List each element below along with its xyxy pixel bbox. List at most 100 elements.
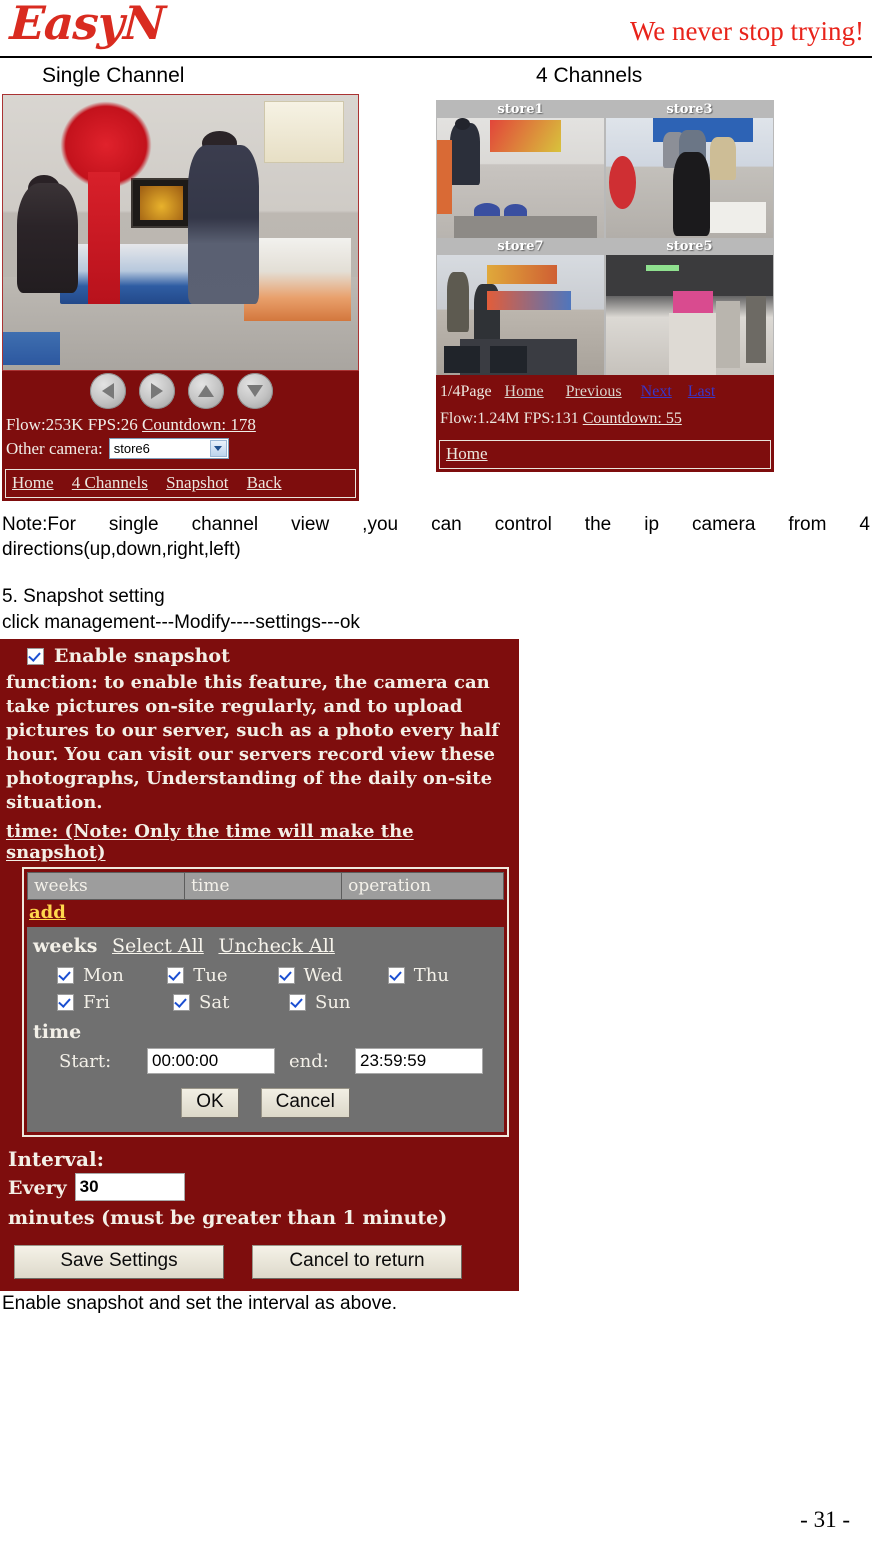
channel-video-1[interactable] bbox=[437, 118, 604, 238]
checkbox-tue-icon[interactable] bbox=[167, 967, 185, 984]
start-time-label: Start: bbox=[59, 1050, 112, 1072]
quad-nav-home-link[interactable]: Home bbox=[446, 444, 488, 463]
quad-countdown[interactable]: Countdown: 55 bbox=[583, 410, 682, 427]
closing-text: Enable snapshot and set the interval as … bbox=[2, 1293, 398, 1314]
day-checkbox-tue[interactable]: Tue bbox=[167, 965, 277, 986]
note-paragraph: Note:For single channel view ,you can co… bbox=[2, 512, 870, 562]
day-label-sat: Sat bbox=[199, 992, 230, 1013]
nav-4channels-link[interactable]: 4 Channels bbox=[72, 473, 148, 492]
cancel-to-return-button[interactable]: Cancel to return bbox=[252, 1245, 462, 1279]
channel-video-2[interactable] bbox=[606, 118, 773, 238]
checkbox-sat-icon[interactable] bbox=[173, 994, 190, 1011]
pager-last-link[interactable]: Last bbox=[688, 383, 716, 400]
channel-video-4[interactable] bbox=[606, 255, 773, 375]
day-checkbox-wed[interactable]: Wed bbox=[277, 965, 388, 986]
pager-home-link[interactable]: Home bbox=[505, 383, 544, 400]
pan-left-button[interactable] bbox=[90, 373, 126, 409]
single-channel-panel: Flow:253K FPS:26 Countdown: 178 Other ca… bbox=[2, 94, 359, 501]
save-settings-button[interactable]: Save Settings bbox=[14, 1245, 224, 1279]
day-checkbox-fri[interactable]: Fri bbox=[57, 992, 173, 1013]
end-time-input[interactable]: 23:59:59 bbox=[355, 1048, 483, 1074]
column-header-weeks: weeks bbox=[26, 872, 186, 900]
nav-back-link[interactable]: Back bbox=[247, 473, 282, 492]
four-channel-pager: 1/4Page Home Previous Next Last bbox=[436, 375, 774, 404]
end-time-label: end: bbox=[289, 1050, 329, 1072]
video-decoration-tail bbox=[88, 172, 121, 304]
checkbox-wed-icon[interactable] bbox=[277, 967, 295, 984]
schedule-table-wrapper: weeks time operation add weeks Select Al… bbox=[22, 867, 509, 1137]
other-camera-row: Other camera: store6 bbox=[2, 436, 359, 465]
day-label-sun: Sun bbox=[315, 992, 351, 1013]
channel-label-4: store5 bbox=[666, 239, 713, 254]
column-header-operation: operation bbox=[341, 872, 504, 900]
pager-next-link[interactable]: Next bbox=[641, 383, 672, 400]
easyn-logo: EasyN bbox=[8, 0, 166, 50]
uncheck-all-link[interactable]: Uncheck All bbox=[218, 935, 334, 957]
weeks-label: weeks bbox=[33, 935, 98, 957]
table-header-row: weeks time operation bbox=[26, 872, 504, 900]
weekday-row-2: Fri Sat Sun bbox=[57, 992, 498, 1013]
day-label-fri: Fri bbox=[83, 992, 110, 1013]
nav-home-link[interactable]: Home bbox=[12, 473, 54, 492]
day-label-tue: Tue bbox=[193, 965, 228, 986]
add-schedule-link[interactable]: add bbox=[29, 902, 66, 923]
day-label-mon: Mon bbox=[83, 965, 124, 986]
pager-previous-link[interactable]: Previous bbox=[566, 383, 622, 400]
right-arrow-icon bbox=[151, 383, 163, 399]
up-arrow-icon bbox=[198, 385, 214, 397]
schedule-cancel-button[interactable]: Cancel bbox=[260, 1088, 350, 1118]
video-monitor bbox=[130, 177, 192, 229]
quad-flow-fps: Flow:1.24M FPS:131 bbox=[440, 410, 579, 427]
video-chairs bbox=[3, 331, 60, 365]
day-checkbox-sun[interactable]: Sun bbox=[289, 992, 405, 1013]
interval-heading: Interval: bbox=[8, 1147, 104, 1171]
tilt-down-button[interactable] bbox=[237, 373, 273, 409]
brand-slogan: We never stop trying! bbox=[629, 16, 864, 46]
schedule-editor: weeks Select All Uncheck All Mon Tue Wed bbox=[27, 927, 504, 1132]
viewer-row: Flow:253K FPS:26 Countdown: 178 Other ca… bbox=[0, 94, 872, 510]
channel-video-3[interactable] bbox=[437, 255, 604, 375]
step-heading: 5. Snapshot setting bbox=[2, 586, 165, 607]
schedule-ok-button[interactable]: OK bbox=[181, 1088, 239, 1118]
start-time-input[interactable]: 00:00:00 bbox=[147, 1048, 275, 1074]
single-stream-stats: Flow:253K FPS:26 Countdown: 178 bbox=[2, 414, 359, 436]
pan-right-button[interactable] bbox=[139, 373, 175, 409]
interval-minutes-input[interactable]: 30 bbox=[74, 1173, 185, 1201]
video-display-case bbox=[244, 238, 351, 321]
enable-snapshot-checkbox[interactable] bbox=[27, 647, 44, 665]
four-channel-navbar: Home bbox=[439, 440, 771, 469]
nav-snapshot-link[interactable]: Snapshot bbox=[166, 473, 228, 492]
interval-suffix-label: minutes (must be greater than 1 minute) bbox=[8, 1207, 448, 1229]
day-checkbox-sat[interactable]: Sat bbox=[173, 992, 289, 1013]
channel-label-3: store7 bbox=[497, 239, 544, 254]
enable-snapshot-row[interactable]: Enable snapshot bbox=[0, 645, 519, 667]
checkbox-thu-icon[interactable] bbox=[387, 967, 405, 984]
day-checkbox-thu[interactable]: Thu bbox=[387, 965, 498, 986]
day-label-thu: Thu bbox=[413, 965, 449, 986]
channel-label-2: store3 bbox=[666, 102, 713, 117]
checkbox-mon-icon[interactable] bbox=[57, 967, 74, 984]
schedule-table: weeks time operation bbox=[26, 872, 504, 900]
step-subheading: click management---Modify----settings---… bbox=[2, 612, 360, 633]
time-range-row: Start: 00:00:00 end: 23:59:59 bbox=[59, 1048, 498, 1074]
checkbox-fri-icon[interactable] bbox=[57, 994, 74, 1011]
chevron-down-icon[interactable] bbox=[209, 440, 227, 457]
ptz-controls bbox=[2, 371, 359, 414]
note-line-2: directions(up,down,right,left) bbox=[2, 539, 241, 560]
four-channel-panel: store1 store3 store7 store5 1/4Page Home… bbox=[436, 100, 774, 472]
interval-row: Every 30 minutes (must be greater than 1… bbox=[0, 1173, 519, 1233]
select-all-link[interactable]: Select All bbox=[112, 935, 204, 957]
day-checkbox-mon[interactable]: Mon bbox=[57, 965, 167, 986]
checkbox-sun-icon[interactable] bbox=[289, 994, 306, 1011]
panel-button-row: Save Settings Cancel to return bbox=[0, 1233, 519, 1283]
video-poster bbox=[263, 100, 344, 163]
weekday-row-1: Mon Tue Wed Thu bbox=[57, 965, 498, 986]
tilt-up-button[interactable] bbox=[188, 373, 224, 409]
single-countdown[interactable]: Countdown: 178 bbox=[142, 415, 256, 434]
video-person-standing bbox=[187, 144, 259, 304]
single-channel-video[interactable] bbox=[2, 94, 359, 371]
other-camera-select[interactable]: store6 bbox=[108, 438, 229, 459]
time-section-heading: time bbox=[33, 1021, 82, 1043]
interval-every-label: Every bbox=[8, 1177, 67, 1199]
single-channel-title: Single Channel bbox=[42, 64, 185, 87]
